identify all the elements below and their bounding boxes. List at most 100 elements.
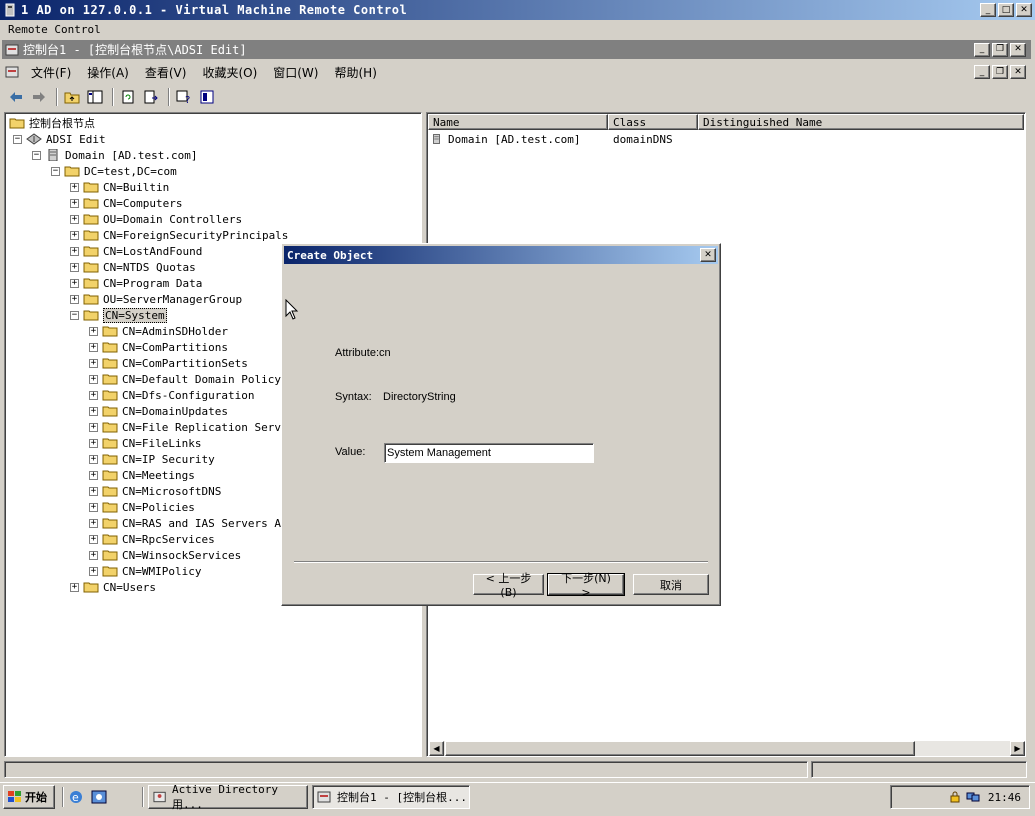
menu-view[interactable]: 查看(V) <box>137 64 195 81</box>
tree-item-users[interactable]: + CN=Users <box>70 579 156 595</box>
expand-icon[interactable]: + <box>89 486 98 496</box>
tree-item-console-root[interactable]: 控制台根节点 <box>9 115 95 131</box>
expand-icon[interactable]: + <box>70 294 79 304</box>
vm-title-bar[interactable]: 1 AD on 127.0.0.1 - Virtual Machine Remo… <box>0 0 1035 20</box>
expand-icon[interactable]: + <box>70 246 79 256</box>
expand-icon[interactable]: + <box>70 182 79 192</box>
menu-window[interactable]: 窗口(W) <box>265 64 326 81</box>
start-button[interactable]: 开始 <box>3 785 55 809</box>
expand-icon[interactable]: + <box>89 358 98 368</box>
menu-remote-control[interactable]: Remote Control <box>8 23 101 36</box>
tree-item-domain[interactable]: − Domain [AD.test.com] <box>32 147 197 163</box>
tree-item[interactable]: + CN=AdminSDHolder <box>89 323 228 339</box>
close-button[interactable]: ✕ <box>1016 3 1032 17</box>
tree-item[interactable]: + CN=RpcServices <box>89 531 215 547</box>
column-header-name[interactable]: Name <box>428 114 608 130</box>
tree-item[interactable]: + OU=ServerManagerGroup <box>70 291 242 307</box>
expand-icon[interactable]: + <box>70 214 79 224</box>
menu-help[interactable]: 帮助(H) <box>326 64 384 81</box>
back-button[interactable]: < 上一步(B) <box>473 572 544 599</box>
refresh-icon[interactable] <box>118 88 138 106</box>
expand-icon[interactable]: + <box>89 342 98 352</box>
child-close-button[interactable]: ✕ <box>1010 65 1026 79</box>
lock-icon[interactable] <box>948 790 962 804</box>
expand-icon[interactable]: + <box>89 374 98 384</box>
collapse-icon[interactable]: − <box>13 134 22 144</box>
scroll-right-button[interactable]: ▶ <box>1010 741 1025 756</box>
tree-item[interactable]: + CN=Builtin <box>70 179 169 195</box>
tree-item[interactable]: + CN=Meetings <box>89 467 195 483</box>
expand-icon[interactable]: + <box>89 550 98 560</box>
expand-icon[interactable]: + <box>70 230 79 240</box>
export-list-icon[interactable] <box>141 88 161 106</box>
tree-item[interactable]: + CN=Default Domain Policy <box>89 371 281 387</box>
tree-item[interactable]: + CN=Dfs-Configuration <box>89 387 254 403</box>
tree-item[interactable]: + CN=Program Data <box>70 275 202 291</box>
maximize-button[interactable]: □ <box>998 3 1014 17</box>
mmc-restore-button[interactable]: ❐ <box>992 42 1008 57</box>
tree-item[interactable]: + CN=ComPartitions <box>89 339 228 355</box>
menu-file[interactable]: 文件(F) <box>23 64 79 81</box>
expand-icon[interactable]: + <box>70 198 79 208</box>
properties-icon[interactable] <box>197 88 217 106</box>
cancel-button[interactable]: 取消 <box>633 574 709 595</box>
column-header-class[interactable]: Class <box>608 114 698 130</box>
help-icon[interactable]: ? <box>174 88 194 106</box>
forward-arrow-icon[interactable] <box>29 88 49 106</box>
mmc-minimize-button[interactable]: _ <box>974 42 990 57</box>
back-arrow-icon[interactable] <box>6 88 26 106</box>
expand-icon[interactable]: + <box>89 326 98 336</box>
scroll-thumb[interactable] <box>445 741 915 756</box>
next-button[interactable]: 下一步(N) > <box>547 572 625 599</box>
internet-explorer-icon[interactable]: e <box>68 789 86 807</box>
tree-item[interactable]: + CN=File Replication Servic <box>89 419 294 435</box>
scroll-left-button[interactable]: ◀ <box>429 741 444 756</box>
tree-item-adsi-edit[interactable]: − ADSI Edit <box>13 131 106 147</box>
tree-item[interactable]: + CN=WMIPolicy <box>89 563 201 579</box>
dialog-close-button[interactable]: ✕ <box>700 248 716 262</box>
menu-action[interactable]: 操作(A) <box>79 64 137 81</box>
tree-item[interactable]: + CN=ComPartitionSets <box>89 355 248 371</box>
tree-item[interactable]: + CN=Computers <box>70 195 182 211</box>
horizontal-scrollbar[interactable]: ◀ ▶ <box>429 741 1025 756</box>
tree-item[interactable]: + CN=Policies <box>89 499 195 515</box>
list-row[interactable]: Domain [AD.test.com] <box>432 131 580 147</box>
expand-icon[interactable]: + <box>89 534 98 544</box>
expand-icon[interactable]: + <box>70 262 79 272</box>
expand-icon[interactable]: + <box>89 422 98 432</box>
tree-item[interactable]: + CN=ForeignSecurityPrincipals <box>70 227 288 243</box>
tree-item[interactable]: + CN=LostAndFound <box>70 243 202 259</box>
tree-item[interactable]: + CN=RAS and IAS Servers Acc <box>89 515 294 531</box>
tree-item[interactable]: + CN=IP Security <box>89 451 215 467</box>
child-restore-button[interactable]: ❐ <box>992 65 1008 79</box>
expand-icon[interactable]: + <box>89 470 98 480</box>
tree-item[interactable]: + CN=MicrosoftDNS <box>89 483 221 499</box>
collapse-icon[interactable]: − <box>70 310 79 320</box>
show-tree-icon[interactable] <box>85 88 105 106</box>
expand-icon[interactable]: + <box>70 278 79 288</box>
expand-icon[interactable]: + <box>89 502 98 512</box>
expand-icon[interactable]: + <box>89 390 98 400</box>
minimize-button[interactable]: _ <box>980 3 996 17</box>
up-folder-icon[interactable] <box>62 88 82 106</box>
value-input[interactable] <box>384 443 594 463</box>
dialog-title-bar[interactable]: Create Object ✕ <box>284 246 718 264</box>
child-minimize-button[interactable]: _ <box>974 65 990 79</box>
tree-item[interactable]: + CN=DomainUpdates <box>89 403 228 419</box>
expand-icon[interactable]: + <box>89 566 98 576</box>
menu-favorites[interactable]: 收藏夹(O) <box>194 64 265 81</box>
show-desktop-icon[interactable] <box>91 789 109 807</box>
tree-item-system[interactable]: − CN=System <box>70 307 167 323</box>
collapse-icon[interactable]: − <box>32 150 41 160</box>
expand-icon[interactable]: + <box>89 454 98 464</box>
expand-icon[interactable]: + <box>70 582 79 592</box>
console-icon[interactable] <box>5 65 19 79</box>
expand-icon[interactable]: + <box>89 438 98 448</box>
task-console[interactable]: 控制台1 - [控制台根... <box>312 785 470 809</box>
column-header-dn[interactable]: Distinguished Name <box>698 114 1024 130</box>
tree-item[interactable]: + CN=FileLinks <box>89 435 201 451</box>
tree-item[interactable]: + OU=Domain Controllers <box>70 211 242 227</box>
tree-item-dc[interactable]: − DC=test,DC=com <box>51 163 177 179</box>
collapse-icon[interactable]: − <box>51 166 60 176</box>
tree-item[interactable]: + CN=WinsockServices <box>89 547 241 563</box>
